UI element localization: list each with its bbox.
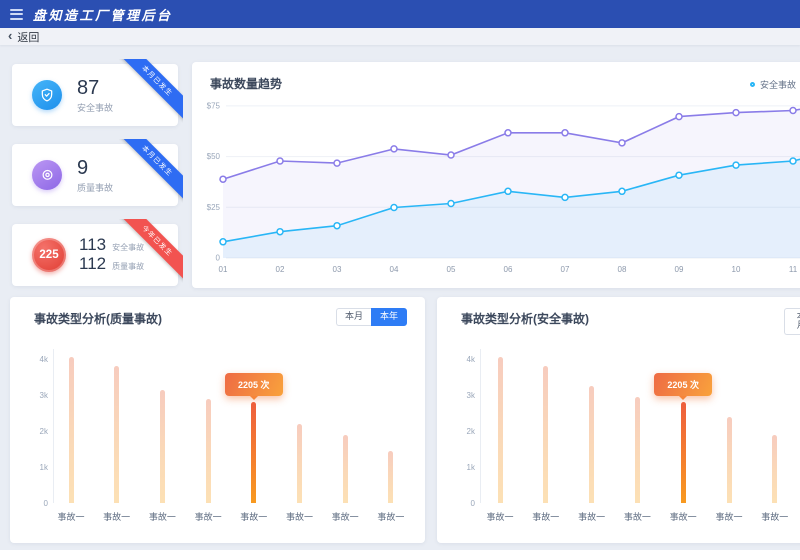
bar[interactable] [543,366,548,503]
safety-month-value: 87 [77,77,113,99]
svg-text:$50: $50 [207,152,221,161]
safety-bar-chart: 01k2k3k4k事故一事故一事故一事故一事故一2205 次事故一事故一 [437,297,800,543]
svg-text:06: 06 [504,265,513,274]
y-axis-tick: 3k [445,391,475,400]
svg-text:10: 10 [732,265,741,274]
bar[interactable] [69,357,74,503]
svg-text:$75: $75 [207,101,221,110]
year-quality-label: 质量事故 [112,263,144,272]
y-axis-tick: 0 [445,499,475,508]
x-axis-label: 事故一 [49,510,93,523]
y-axis-tick: 2k [445,427,475,436]
ribbon-month: 本月已发生 [119,139,183,201]
bar[interactable] [589,386,594,503]
x-axis-label: 事故一 [570,510,614,523]
trend-panel: 事故数量趋势 安全事故 0$25$50$75010203040506070809… [192,62,800,288]
safety-type-panel: 事故类型分析(安全事故) 本月 本年 01k2k3k4k事故一事故一事故一事故一… [437,297,800,543]
menu-icon[interactable] [10,9,23,20]
app-title: 盘知造工厂管理后台 [33,5,173,24]
stat-card-quality-month: 9 质量事故 本月已发生 [12,144,178,206]
bar[interactable] [388,451,393,503]
quality-month-label: 质量事故 [77,181,113,194]
bar[interactable] [114,366,119,503]
y-axis-line [480,349,481,503]
bar[interactable] [772,435,777,503]
medal-icon [32,160,62,190]
svg-text:02: 02 [276,265,285,274]
bar-tooltip: 2205 次 [225,373,283,396]
dashboard-root: 盘知造工厂管理后台 ‹ 返回 87 安全事故 本月已发生 9 质量事故 [0,0,800,560]
bar[interactable] [160,390,165,503]
bar[interactable] [681,402,686,503]
quality-bar-chart: 01k2k3k4k事故一事故一事故一事故一事故一2205 次事故一事故一事故一 [10,297,425,543]
y-axis-tick: 0 [18,499,48,508]
svg-text:08: 08 [618,265,627,274]
svg-text:09: 09 [675,265,684,274]
x-axis-label: 事故一 [753,510,797,523]
bar[interactable] [727,417,732,503]
x-axis-label: 事故一 [707,510,751,523]
ribbon-month: 本月已发生 [119,59,183,121]
y-axis-tick: 4k [445,355,475,364]
x-axis-label: 事故一 [615,510,659,523]
trend-line-chart[interactable]: 0$25$50$75010203040506070809101112 [192,62,800,288]
y-axis-tick: 3k [18,391,48,400]
bar[interactable] [297,424,302,503]
bar[interactable] [251,402,256,503]
year-quality-value: 112 [79,255,106,274]
quality-month-value: 9 [77,157,113,179]
quality-type-panel: 事故类型分析(质量事故) 本月 本年 01k2k3k4k事故一事故一事故一事故一… [10,297,425,543]
bar[interactable] [498,357,503,503]
x-axis-label: 事故一 [186,510,230,523]
year-safety-label: 安全事故 [112,244,144,253]
bar[interactable] [206,399,211,503]
x-axis-label: 事故一 [323,510,367,523]
x-axis-label: 事故一 [369,510,413,523]
bar-tooltip: 2205 次 [654,373,712,396]
x-axis-label: 事故一 [95,510,139,523]
bar[interactable] [343,435,348,503]
footer [0,550,800,560]
safety-month-label: 安全事故 [77,101,113,114]
stat-card-year-total: 225 113 安全事故 112 质量事故 今年已发生 [12,224,178,286]
back-chevron-icon: ‹ [8,29,12,42]
year-safety-value: 113 [79,236,106,255]
bar[interactable] [635,397,640,503]
svg-text:04: 04 [390,265,399,274]
svg-text:11: 11 [789,265,798,274]
x-axis-label: 事故一 [232,510,276,523]
svg-text:0: 0 [216,254,221,263]
y-axis-line [53,349,54,503]
svg-text:01: 01 [219,265,228,274]
svg-text:05: 05 [447,265,456,274]
back-bar[interactable]: ‹ 返回 [0,28,800,45]
x-axis-label: 事故一 [140,510,184,523]
back-label: 返回 [17,29,39,45]
year-total-badge: 225 [32,238,66,272]
y-axis-tick: 1k [18,463,48,472]
svg-text:03: 03 [333,265,342,274]
svg-text:07: 07 [561,265,570,274]
stat-card-safety-month: 87 安全事故 本月已发生 [12,64,178,126]
y-axis-tick: 1k [445,463,475,472]
x-axis-label: 事故一 [524,510,568,523]
x-axis-label: 事故一 [478,510,522,523]
x-axis-label: 事故一 [278,510,322,523]
x-axis-label: 事故一 [661,510,705,523]
y-axis-tick: 4k [18,355,48,364]
top-bar: 盘知造工厂管理后台 [0,0,800,28]
y-axis-tick: 2k [18,427,48,436]
svg-text:$25: $25 [207,203,221,212]
shield-icon [32,80,62,110]
